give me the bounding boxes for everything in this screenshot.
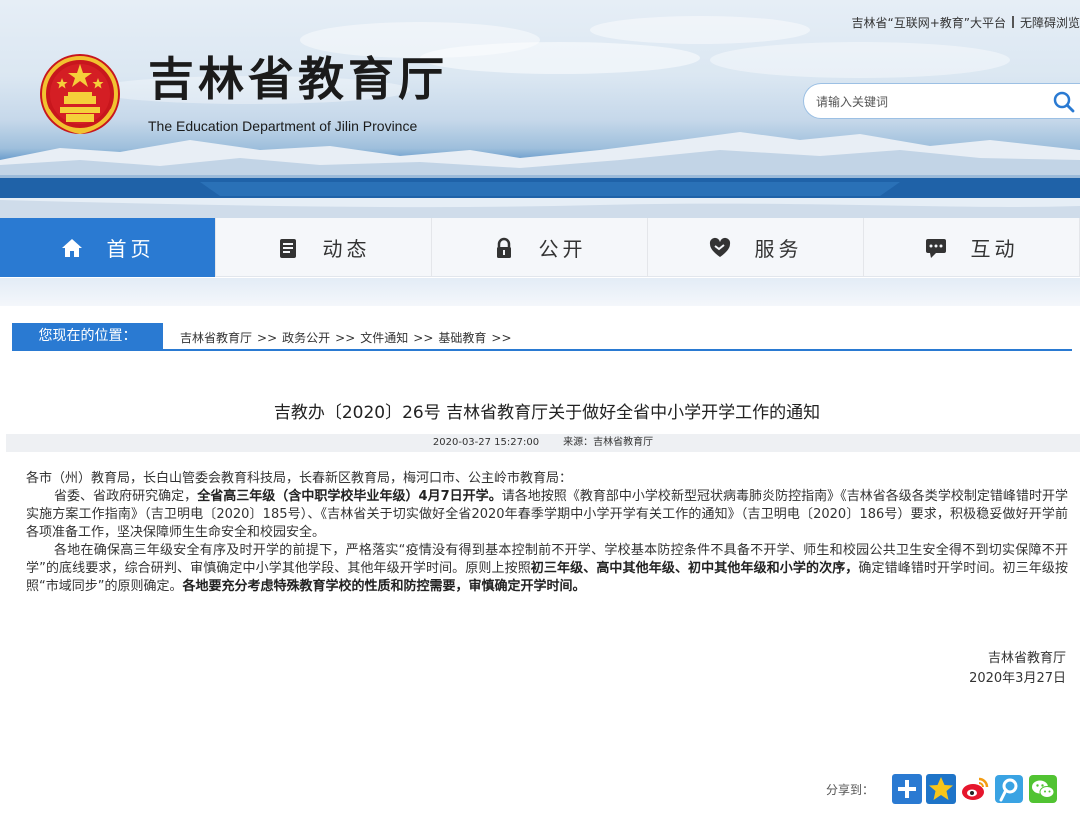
breadcrumb-link-home[interactable]: 吉林省教育厅 [180, 331, 252, 345]
plus-icon [898, 780, 917, 798]
breadcrumb-separator: >> [413, 331, 434, 345]
bold-text: 全省高三年级（含中职学校毕业年级）4月7日开学。 [197, 489, 502, 504]
site-subtitle: The Education Department of Jilin Provin… [148, 118, 418, 134]
search-icon [1053, 91, 1075, 113]
nav-item-label: 公开 [538, 237, 587, 261]
chat-icon [925, 237, 947, 259]
breadcrumb-link-basic-education[interactable]: 基础教育 [438, 331, 486, 345]
signature-org: 吉林省教育厅 [987, 651, 1066, 666]
nav-item-service[interactable]: 服务 [648, 218, 864, 277]
bold-text: 各地要充分考虑特殊教育学校的性质和防控需要，审慎确定开学时间。 [182, 579, 586, 594]
site-title: 吉林省教育厅 [148, 52, 448, 106]
share-bar: 分享到： [826, 774, 1062, 804]
top-links: 吉林省“互联网+教育”大平台 无障碍浏览 [851, 14, 1080, 31]
breadcrumb-link-notices[interactable]: 文件通知 [360, 331, 408, 345]
bold-text: 初三年级、高中其他年级、初中其他年级和小学的次序， [530, 561, 859, 576]
article-meta: 2020-03-27 15:27:00 来源：吉林省教育厅 [6, 434, 1080, 452]
nav-item-label: 动态 [322, 237, 371, 261]
share-weibo-button[interactable] [960, 774, 991, 804]
article-salutation: 各市（州）教育局，长白山管委会教育科技局，长春新区教育局，梅河口市、公主岭市教育… [26, 471, 573, 486]
share-wechat-button[interactable] [1028, 774, 1059, 804]
handshake-heart-icon [709, 237, 731, 259]
wechat-icon [1029, 775, 1058, 803]
platform-link[interactable]: 吉林省“互联网+教育”大平台 [851, 16, 1006, 30]
breadcrumb-link-public-affairs[interactable]: 政务公开 [282, 331, 330, 345]
qzone-star-icon [929, 777, 954, 800]
tencent-weibo-icon [995, 775, 1024, 803]
breadcrumb-separator: >> [335, 331, 356, 345]
article-signature: 吉林省教育厅 2020年3月27日 [969, 649, 1066, 689]
breadcrumb-path: 吉林省教育厅 >> 政务公开 >> 文件通知 >> 基础教育 >> [180, 329, 517, 346]
weibo-icon [962, 777, 989, 800]
nav-item-news[interactable]: 动态 [216, 218, 432, 277]
share-qzone-button[interactable] [926, 774, 957, 804]
article-paragraph: 各地在确保高三年级安全有序及时开学的前提下，严格落实“疫情没有得到基本控制前不开… [26, 543, 1068, 594]
news-icon [277, 237, 299, 259]
nav-item-interact[interactable]: 互动 [864, 218, 1080, 277]
article-paragraph: 省委、省政府研究确定，全省高三年级（含中职学校毕业年级）4月7日开学。请各地按照… [26, 489, 1068, 540]
article-body: 各市（州）教育局，长白山管委会教育科技局，长春新区教育局，梅河口市、公主岭市教育… [26, 470, 1068, 596]
article-title: 吉教办〔2020〕26号 吉林省教育厅关于做好全省中小学开学工作的通知 [273, 403, 821, 423]
signature-date: 2020年3月27日 [969, 671, 1066, 686]
search-button[interactable] [1052, 90, 1076, 114]
breadcrumb-separator: >> [257, 331, 278, 345]
nav-item-label: 首页 [106, 237, 155, 261]
nav-item-label: 服务 [754, 237, 803, 261]
lock-icon [493, 237, 515, 259]
article-date: 2020-03-27 15:27:00 [432, 437, 540, 448]
breadcrumb-separator: >> [491, 331, 512, 345]
nav-item-home[interactable]: 首页 [0, 218, 216, 277]
national-emblem-logo [40, 54, 120, 135]
article-source: 来源：吉林省教育厅 [563, 437, 654, 448]
share-label: 分享到： [826, 782, 875, 797]
accessible-browse-link[interactable]: 无障碍浏览 [1020, 16, 1080, 30]
breadcrumb: 您现在的位置： 吉林省教育厅 >> 政务公开 >> 文件通知 >> 基础教育 >> [12, 323, 1072, 351]
nav-item-label: 互动 [970, 237, 1019, 261]
nav-shadow-band [0, 278, 1080, 306]
link-divider [1011, 16, 1014, 28]
site-header: 吉林省“互联网+教育”大平台 无障碍浏览 吉林省教育厅 The Education… [0, 0, 1080, 218]
main-nav: 首页 动态 公开 服务 互动 [0, 218, 1080, 277]
share-more-button[interactable] [892, 774, 923, 804]
search-input[interactable] [816, 92, 1036, 112]
nav-item-open[interactable]: 公开 [432, 218, 648, 277]
search-box [803, 83, 1080, 119]
home-icon [61, 237, 83, 259]
share-tencent-weibo-button[interactable] [994, 774, 1025, 804]
breadcrumb-label: 您现在的位置： [12, 323, 163, 349]
